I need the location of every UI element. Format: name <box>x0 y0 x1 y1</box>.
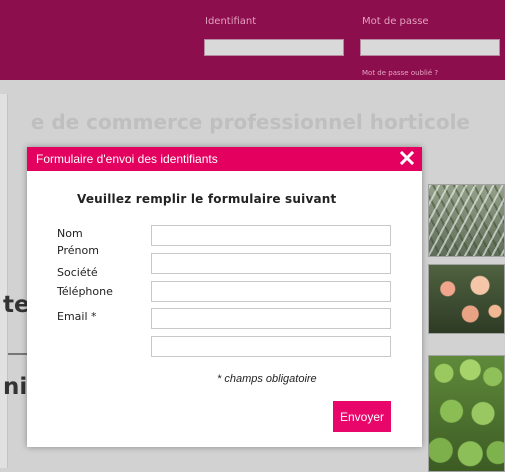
submit-button[interactable]: Envoyer <box>333 401 391 432</box>
email-input[interactable] <box>151 336 391 357</box>
heading-fragment-1: te <box>3 292 30 318</box>
credentials-request-modal: Formulaire d'envoi des identifiants Veui… <box>27 147 422 447</box>
prenom-input[interactable] <box>151 253 391 274</box>
nom-label: Nom <box>57 227 83 240</box>
top-header: Identifiant Mot de passe Mot de passe ou… <box>0 0 505 80</box>
close-icon[interactable] <box>399 150 415 166</box>
telephone-input[interactable] <box>151 308 391 329</box>
nom-input[interactable] <box>151 225 391 246</box>
form-heading: Veuillez remplir le formulaire suivant <box>77 192 337 206</box>
page-title: e de commerce professionnel horticole <box>30 110 470 134</box>
identifiant-input[interactable] <box>204 39 344 56</box>
modal-title-bar: Formulaire d'envoi des identifiants <box>27 147 422 171</box>
email-label: Email * <box>57 310 97 323</box>
heading-fragment-2: ni <box>3 374 28 400</box>
separator-line <box>8 353 28 355</box>
left-content-strip <box>0 94 8 468</box>
telephone-label: Téléphone <box>57 285 113 298</box>
flower-photo-2[interactable] <box>428 264 505 334</box>
plant-photo-1[interactable] <box>428 184 505 257</box>
forgot-password-link[interactable]: Mot de passe oublié ? <box>362 69 438 77</box>
societe-label: Société <box>57 266 98 279</box>
modal-title: Formulaire d'envoi des identifiants <box>36 152 218 166</box>
required-fields-note: * champs obligatoire <box>217 373 317 385</box>
societe-input[interactable] <box>151 281 391 302</box>
identifiant-label: Identifiant <box>205 16 257 27</box>
password-label: Mot de passe <box>362 16 429 27</box>
prenom-label: Prénom <box>57 244 99 257</box>
plant-photo-3[interactable] <box>428 355 505 472</box>
password-input[interactable] <box>360 39 500 56</box>
